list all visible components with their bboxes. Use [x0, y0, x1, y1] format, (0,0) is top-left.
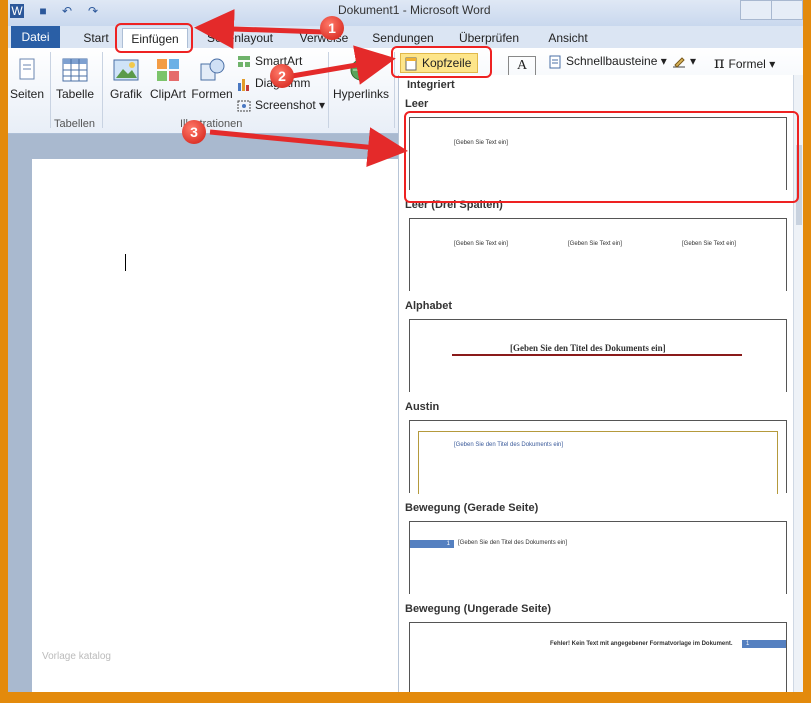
arrow-to-einfuegen: [194, 9, 325, 49]
step-badge-3: 3: [182, 120, 206, 144]
step-badge-2: 2: [270, 64, 294, 88]
arrow-to-leer: [209, 127, 408, 168]
step-badge-1: 1: [320, 16, 344, 40]
annotation-arrows: [194, 9, 408, 168]
arrow-to-kopfzeile: [291, 45, 396, 85]
word-window: W ■ ↶ ↷ Dokument1 - Microsoft Word Datei…: [8, 0, 803, 692]
